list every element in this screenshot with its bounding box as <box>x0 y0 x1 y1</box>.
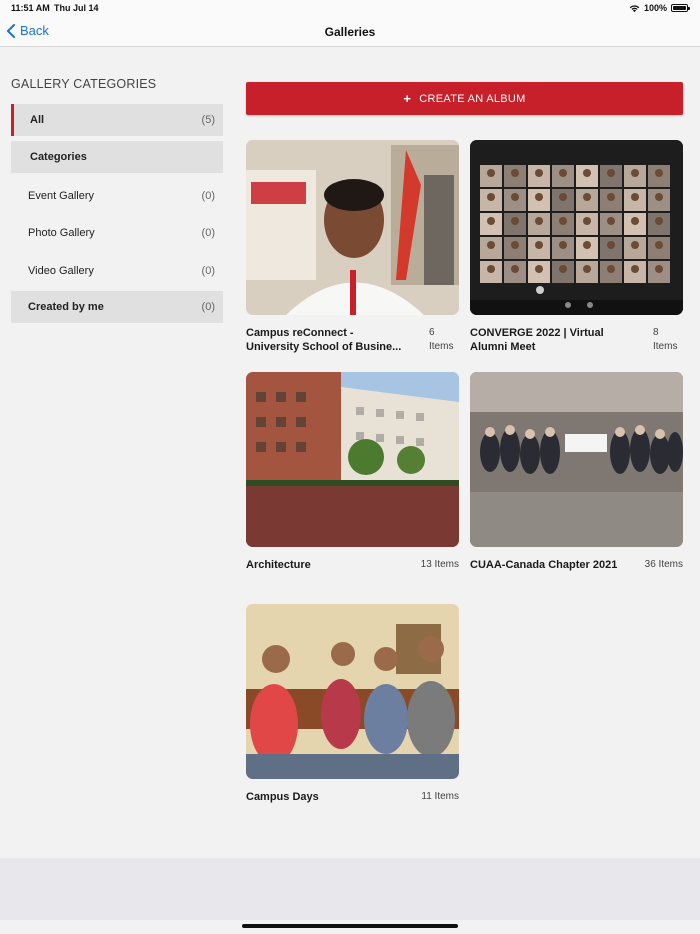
status-date: Thu Jul 14 <box>54 3 99 13</box>
category-label: Photo Gallery <box>28 227 95 239</box>
album-item-count: 6 Items <box>429 327 454 352</box>
section-label: Categories <box>30 151 87 163</box>
category-count: (0) <box>201 190 215 202</box>
category-label: Video Gallery <box>28 265 94 277</box>
album-item-count: 36 Items <box>644 559 683 570</box>
album-card[interactable]: Campus reConnect - University School of … <box>246 140 459 354</box>
sidebar-heading: GALLERY CATEGORIES <box>11 77 157 91</box>
category-label: Event Gallery <box>28 190 95 202</box>
category-created-by-me[interactable]: Created by me (0) <box>11 291 223 323</box>
create-album-label: CREATE AN ALBUM <box>419 92 526 105</box>
album-thumbnail-image <box>470 140 683 315</box>
album-thumbnail <box>246 140 459 315</box>
album-thumbnail <box>470 140 683 315</box>
album-title: CONVERGE 2022 | Virtual Alumni Meet <box>470 327 604 353</box>
plus-icon: + <box>403 91 412 106</box>
category-event-gallery[interactable]: Event Gallery (0) <box>11 180 223 212</box>
category-count: (0) <box>201 227 215 239</box>
album-title: Architecture <box>246 559 311 571</box>
album-thumbnail <box>246 372 459 547</box>
bottom-bar <box>0 858 700 920</box>
album-item-count: 13 Items <box>420 559 459 570</box>
album-card[interactable]: Campus Days 11 Items <box>246 604 459 804</box>
album-title: Campus Days <box>246 791 319 803</box>
album-card[interactable]: Architecture 13 Items <box>246 372 459 572</box>
album-thumbnail-image <box>470 372 683 547</box>
battery-icon <box>671 4 690 12</box>
category-label: Created by me <box>28 301 104 313</box>
status-bar: 11:51 AM Thu Jul 14 100% <box>0 0 700 17</box>
album-card[interactable]: CUAA-Canada Chapter 2021 36 Items <box>470 372 683 572</box>
album-thumbnail <box>470 372 683 547</box>
categories-section-header: Categories <box>11 141 223 173</box>
wifi-icon <box>629 4 640 12</box>
create-album-button[interactable]: + CREATE AN ALBUM <box>246 82 683 115</box>
album-thumbnail-image <box>246 372 459 547</box>
page-title: Galleries <box>324 25 376 39</box>
album-title: Campus reConnect - University School of … <box>246 327 402 353</box>
album-thumbnail <box>246 604 459 779</box>
album-item-count: 8 Items <box>653 327 678 352</box>
category-all[interactable]: All (5) <box>11 104 223 136</box>
category-label: All <box>30 114 45 126</box>
status-time: 11:51 AM <box>11 3 50 13</box>
album-thumbnail-image <box>246 140 459 315</box>
category-count: (5) <box>201 114 215 126</box>
category-count: (0) <box>201 301 215 313</box>
home-indicator[interactable] <box>242 924 458 928</box>
category-video-gallery[interactable]: Video Gallery (0) <box>11 255 223 287</box>
category-photo-gallery[interactable]: Photo Gallery (0) <box>11 217 223 249</box>
album-item-count: 11 Items <box>421 791 459 802</box>
category-count: (0) <box>201 265 215 277</box>
album-thumbnail-image <box>246 604 459 779</box>
battery-percent: 100% <box>643 3 667 13</box>
album-title: CUAA-Canada Chapter 2021 <box>470 559 618 571</box>
status-indicators: 100% <box>629 3 690 13</box>
navigation-bar: Back Galleries <box>0 17 700 47</box>
album-card[interactable]: CONVERGE 2022 | Virtual Alumni Meet 8 It… <box>470 140 683 354</box>
